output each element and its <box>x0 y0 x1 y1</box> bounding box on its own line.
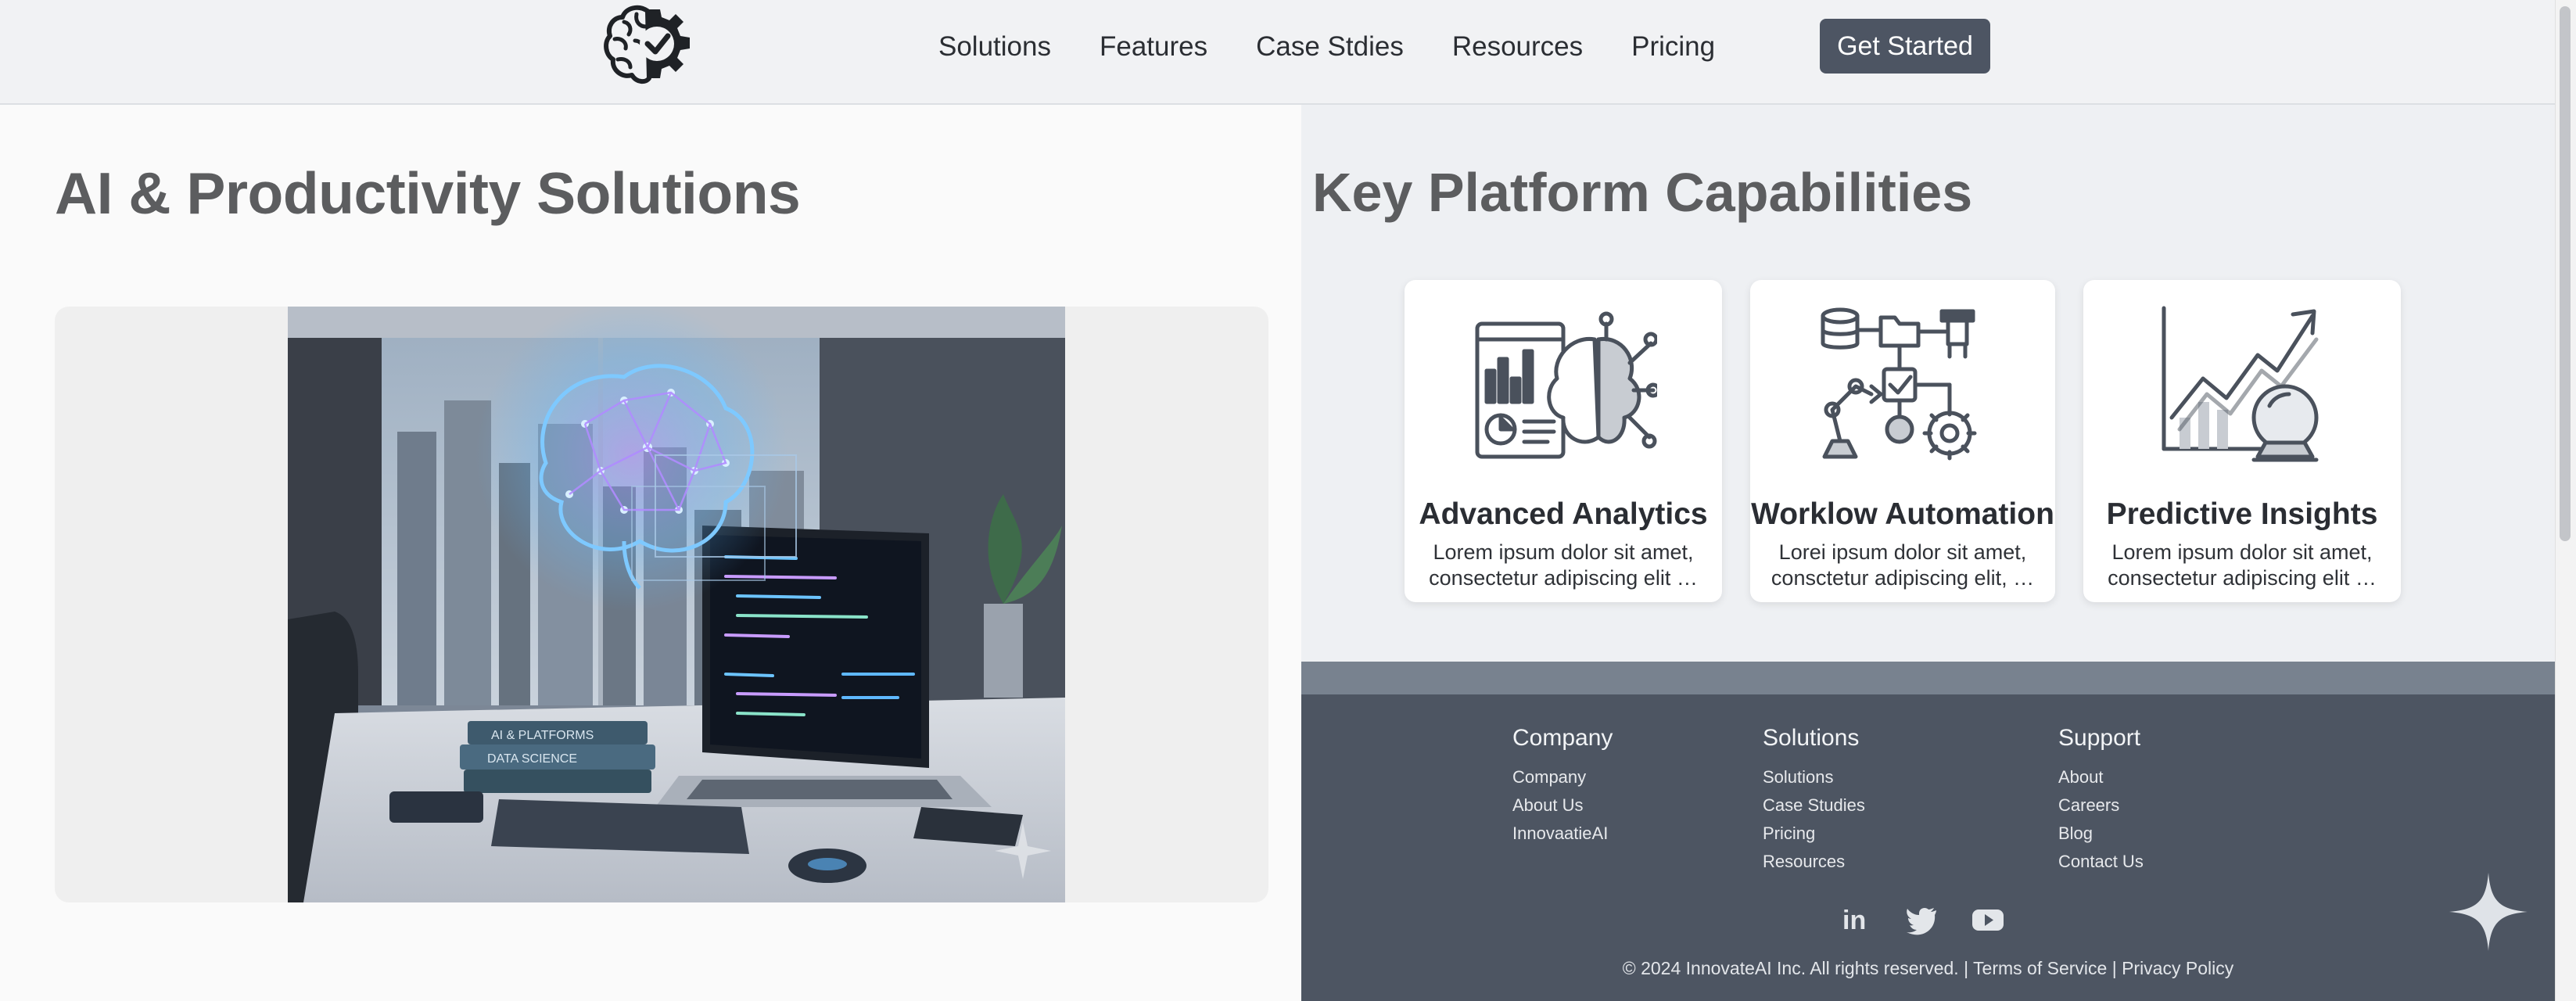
card-title: Predictive Insights <box>2106 497 2378 531</box>
copyright-text: © 2024 InnovateAI Inc. All rights reserv… <box>1622 958 1959 978</box>
footer-column-company: Company Company About Us InnovaatieAI <box>1512 723 1613 848</box>
capabilities-title: Key Platform Capabilities <box>1312 162 1973 223</box>
footer-link[interactable]: Contact Us <box>2058 848 2144 876</box>
linkedin-icon[interactable]: in <box>1839 902 1874 937</box>
footer: Company Company About Us InnovaatieAI So… <box>1301 694 2555 1001</box>
nav-link-solutions[interactable]: Solutions <box>938 23 1051 70</box>
footer-column-support: Support About Careers Blog Contact Us <box>2058 723 2144 876</box>
footer-link[interactable]: InnovaatieAI <box>1512 820 1613 848</box>
book-label-data-science: DATA SCIENCE <box>487 752 577 766</box>
nav-link-pricing[interactable]: Pricing <box>1631 23 1715 70</box>
capability-card-predictive[interactable]: Predictive Insights Lorem ipsum dolor si… <box>2083 280 2401 602</box>
footer-link[interactable]: Blog <box>2058 820 2144 848</box>
footer-link[interactable]: Solutions <box>1763 763 1865 791</box>
footer-link[interactable]: Company <box>1512 763 1613 791</box>
scrollbar-thumb[interactable] <box>2560 6 2571 541</box>
get-started-button[interactable]: Get Started <box>1820 19 1990 74</box>
twitter-icon[interactable] <box>1905 902 1939 937</box>
card-title: Worklow Automation <box>1751 497 2054 531</box>
footer-heading: Solutions <box>1763 725 1860 751</box>
workflow-robot-icon <box>1821 307 1977 461</box>
footer-band <box>1301 662 2555 694</box>
top-navbar: Solutions Features Case Stdies Resources… <box>0 0 2576 105</box>
privacy-link[interactable]: Privacy Policy <box>2122 958 2233 978</box>
brain-gear-check-icon[interactable] <box>601 3 698 91</box>
trend-crystal-ball-icon <box>2162 306 2319 462</box>
card-description: Lorei ipsum dolor sit amet, consctetur a… <box>1771 540 2035 590</box>
footer-heading: Support <box>2058 725 2141 751</box>
footer-column-solutions: Solutions Solutions Case Studies Pricing… <box>1763 723 1865 876</box>
analytics-brain-icon <box>1475 311 1657 459</box>
nav-link-case-studies[interactable]: Case Stdies <box>1256 23 1404 70</box>
separator: | <box>1964 958 1969 978</box>
footer-link[interactable]: About Us <box>1512 791 1613 820</box>
footer-link[interactable]: About <box>2058 763 2144 791</box>
youtube-icon[interactable] <box>1971 902 2005 937</box>
copyright-line: © 2024 InnovateAI Inc. All rights reserv… <box>1301 958 2555 979</box>
separator: | <box>2111 958 2117 978</box>
hero-image-card: AI & PLATFORMS DATA SCIENCE <box>55 307 1268 902</box>
capability-card-automation[interactable]: Worklow Automation Lorei ipsum dolor sit… <box>1750 280 2055 602</box>
card-description: Lorem ipsum dolor sit amet, consectetur … <box>2108 540 2377 590</box>
left-panel: AI & Productivity Solutions AI & PLATFOR… <box>0 105 1301 1001</box>
book-label-ai: AI & PLATFORMS <box>491 729 594 742</box>
page-title: AI & Productivity Solutions <box>55 160 801 226</box>
capability-card-analytics[interactable]: Advanced Analytics Lorem ipsum dolor sit… <box>1405 280 1722 602</box>
svg-text:in: in <box>1842 906 1866 935</box>
nav-link-features[interactable]: Features <box>1100 23 1207 70</box>
footer-link[interactable]: Resources <box>1763 848 1865 876</box>
card-description: Lorem ipsum dolor sit amet, consectetur … <box>1429 540 1698 590</box>
footer-link[interactable]: Careers <box>2058 791 2144 820</box>
footer-link[interactable]: Pricing <box>1763 820 1865 848</box>
card-title: Advanced Analytics <box>1419 497 1708 531</box>
hero-office-ai-image: AI & PLATFORMS DATA SCIENCE <box>288 307 1065 902</box>
nav-links: Solutions Features Case Stdies Resources… <box>938 23 1763 70</box>
sparkle-icon <box>2449 873 2528 951</box>
footer-heading: Company <box>1512 725 1613 751</box>
footer-link[interactable]: Case Studies <box>1763 791 1865 820</box>
terms-link[interactable]: Terms of Service <box>1973 958 2107 978</box>
social-links: in <box>1839 902 2036 937</box>
nav-link-resources[interactable]: Resources <box>1452 23 1583 70</box>
